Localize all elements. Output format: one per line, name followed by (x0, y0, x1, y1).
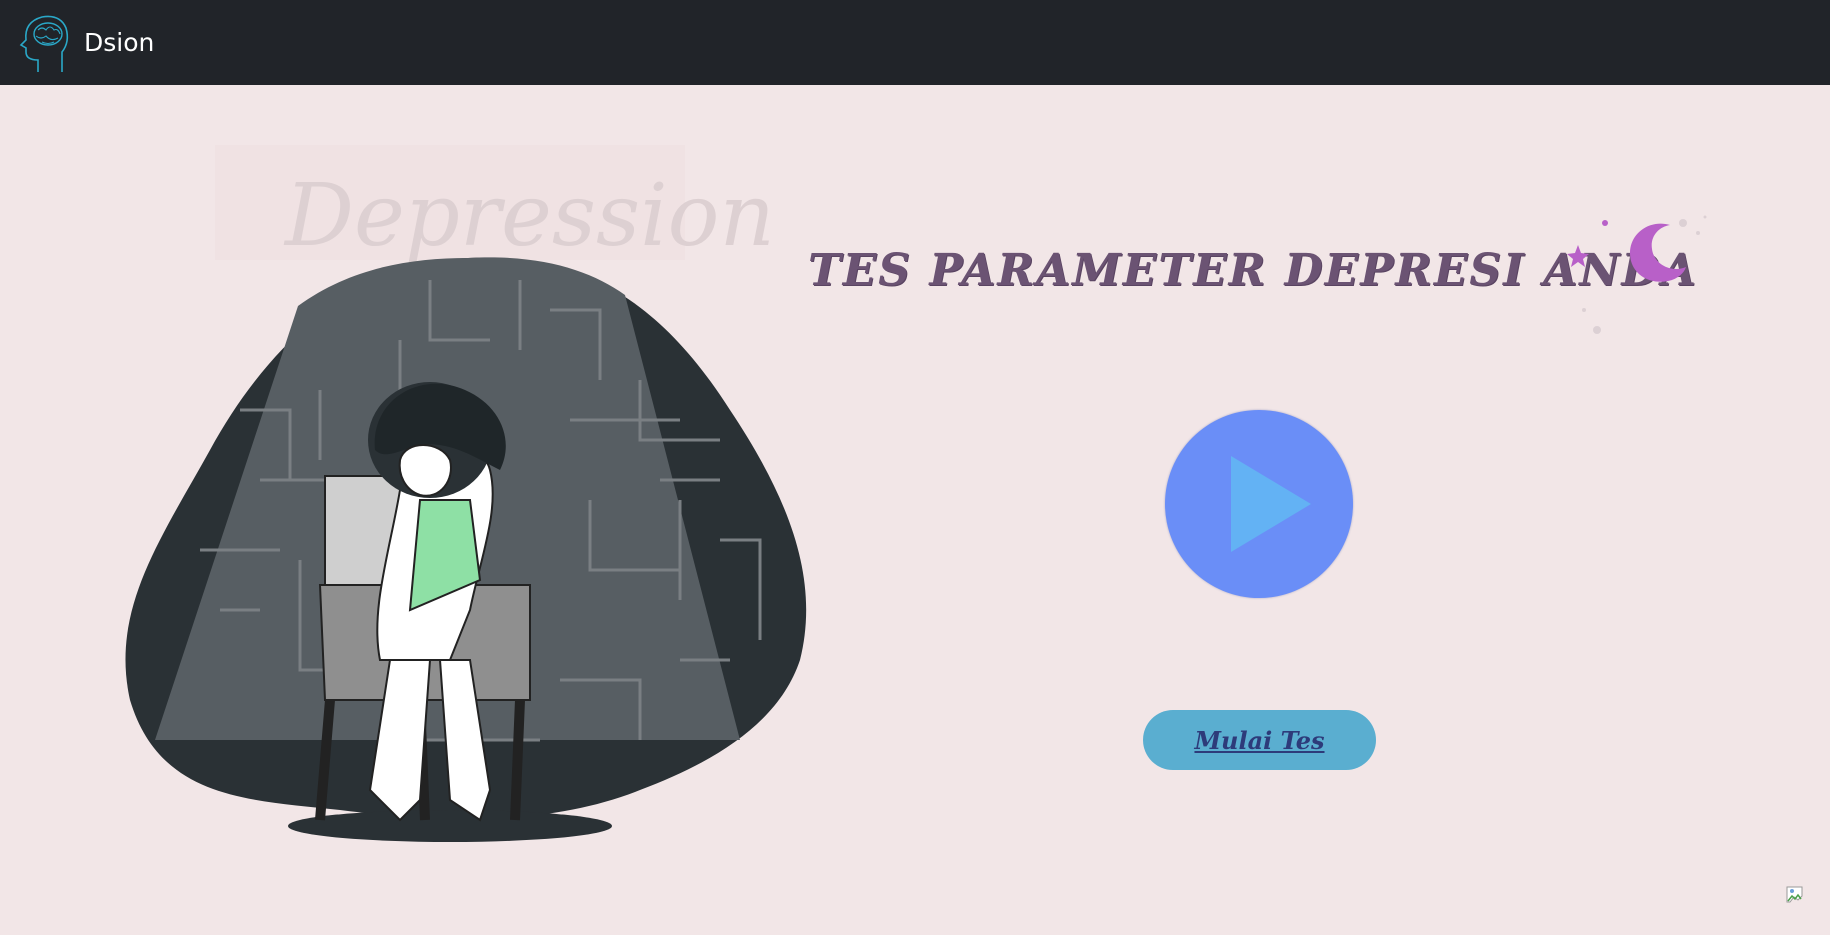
hero-title: TES PARAMETER DEPRESI ANDA (808, 245, 1698, 296)
brain-head-icon (19, 15, 69, 72)
play-icon (1231, 456, 1311, 552)
moon-star-icon (1567, 215, 1707, 334)
top-navbar: Dsion (0, 0, 1830, 85)
depression-illustration: Depression (125, 145, 807, 842)
brand-name: Dsion (84, 28, 155, 57)
start-test-label: Mulai Tes (1194, 725, 1325, 755)
start-test-button[interactable]: Mulai Tes (1143, 710, 1376, 770)
play-button[interactable] (1165, 410, 1353, 598)
illustration-caption: Depression (283, 166, 775, 266)
broken-image-icon (1786, 886, 1803, 903)
brand-link[interactable]: Dsion (18, 12, 154, 74)
